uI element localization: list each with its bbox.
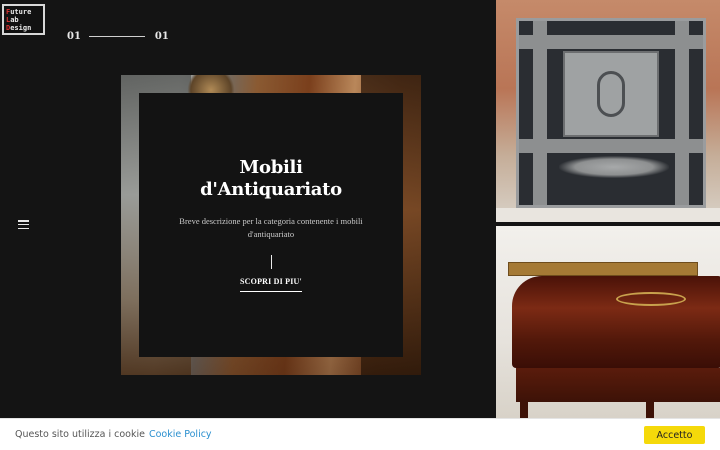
logo-line-2: Lab xyxy=(6,15,19,24)
cookie-policy-link[interactable]: Cookie Policy xyxy=(149,429,212,440)
category-title: Mobili d'Antiquariato xyxy=(200,157,342,200)
category-card: Mobili d'Antiquariato Breve descrizione … xyxy=(139,93,403,357)
divider-line xyxy=(270,255,272,269)
hamburger-menu-icon[interactable] xyxy=(18,220,29,229)
antique-desk-image[interactable] xyxy=(496,226,720,418)
category-description: Breve descrizione per la categoria conte… xyxy=(179,216,363,239)
logo-line-3: Design xyxy=(6,23,32,32)
slide-counter: 01 01 xyxy=(67,31,169,42)
discover-more-link[interactable]: SCOPRI DI PIU' xyxy=(240,277,302,292)
page: Future Lab Design 01 01 Mobili d'Antiqua… xyxy=(0,0,720,450)
slide-current: 01 xyxy=(67,31,81,42)
slide-total: 01 xyxy=(154,31,169,42)
site-logo[interactable]: Future Lab Design xyxy=(2,4,45,35)
cookie-banner: Questo sito utilizza i cookie Cookie Pol… xyxy=(0,418,720,450)
antique-safe-image[interactable] xyxy=(496,0,720,222)
slide-progress-bar xyxy=(88,36,145,37)
logo-line-1: Future xyxy=(6,7,32,16)
cookie-message: Questo sito utilizza i cookie xyxy=(15,429,145,440)
accept-cookies-button[interactable]: Accetto xyxy=(644,426,705,444)
